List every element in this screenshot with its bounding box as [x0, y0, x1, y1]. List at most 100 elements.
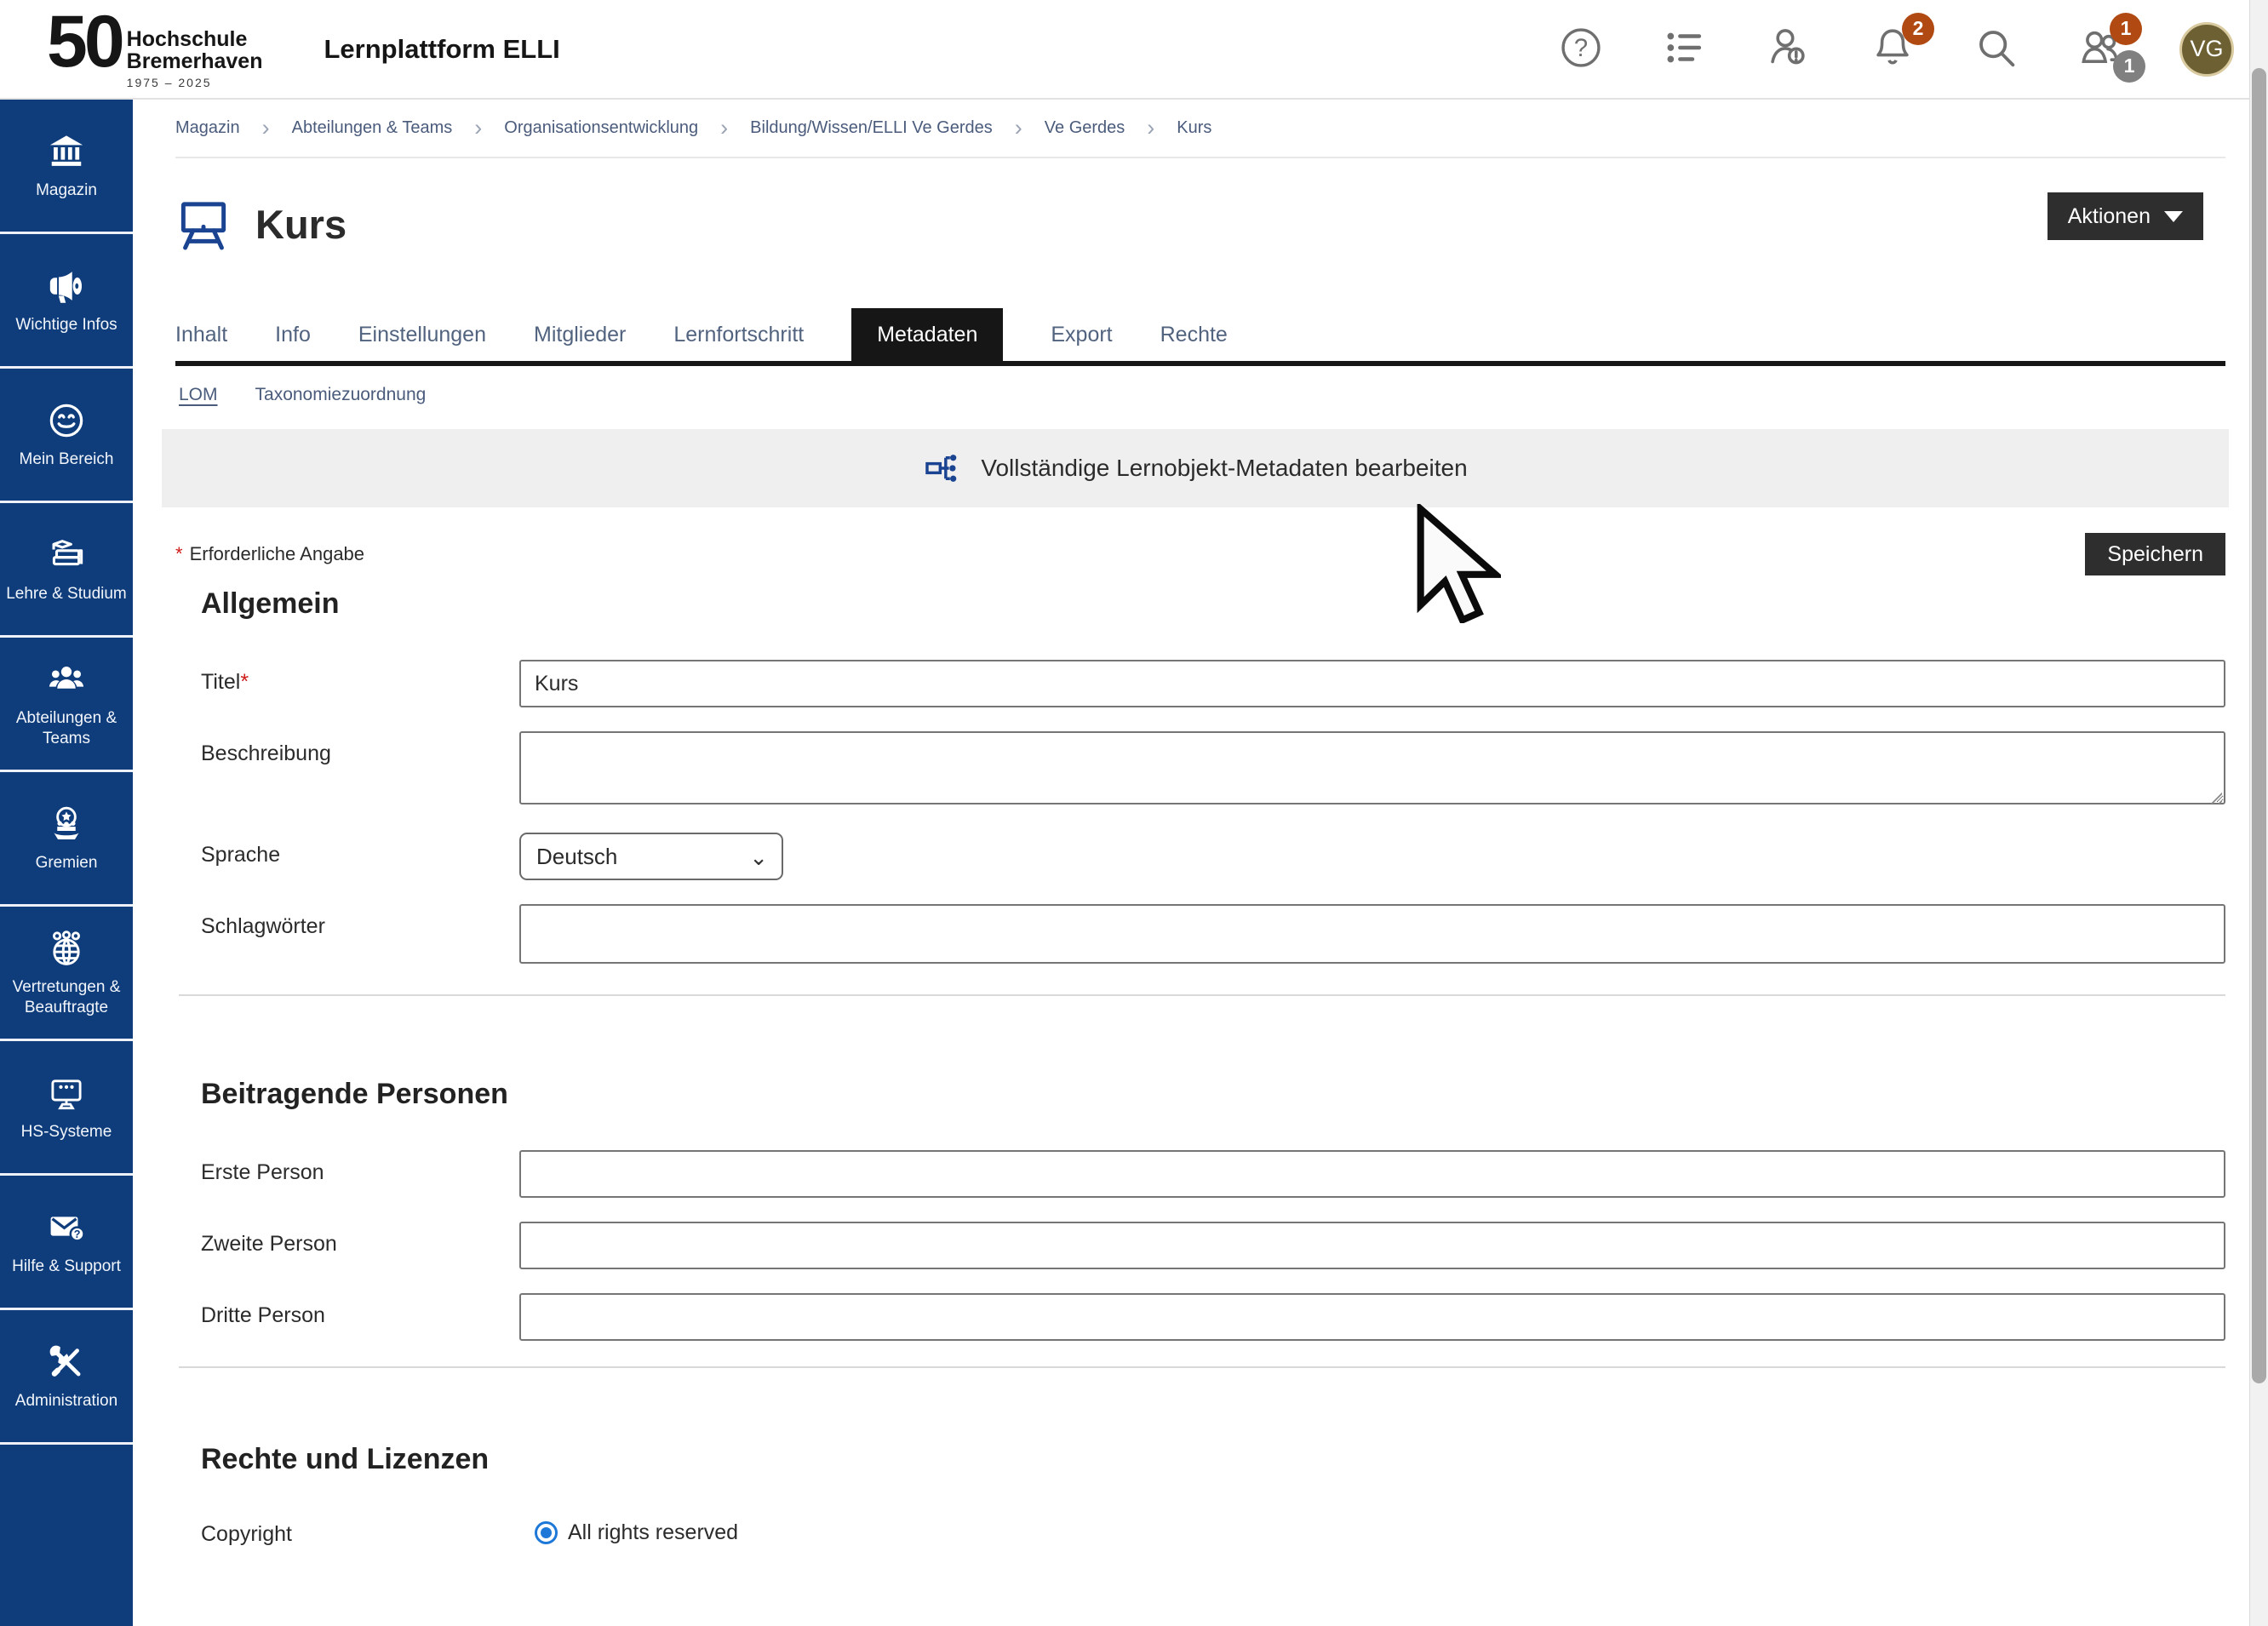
hochschule-bremerhaven-logo[interactable]: 50 Hochschule Bremerhaven 1975 – 2025 [47, 9, 262, 89]
actions-button[interactable]: Aktionen [2048, 192, 2203, 240]
breadcrumb-item-organisationsentwicklung[interactable]: Organisationsentwicklung [504, 118, 698, 138]
sidebar-item-label: Wichtige Infos [15, 315, 117, 335]
sidebar-item-lehre-studium[interactable]: Lehre & Studium [0, 503, 133, 638]
erste-person-label: Erste Person [175, 1150, 519, 1198]
tab-info[interactable]: Info [275, 308, 311, 361]
scrollbar-thumb[interactable] [2252, 68, 2266, 1383]
required-note: *Erforderliche Angabe [175, 543, 364, 565]
svg-text:?: ? [74, 1228, 81, 1240]
tab-rechte[interactable]: Rechte [1160, 308, 1228, 361]
sidebar-item-gremien[interactable]: Gremien [0, 772, 133, 907]
sidebar-item-label: Magazin [36, 180, 97, 201]
globe-people-icon [46, 928, 87, 969]
contacts-button[interactable]: 1 1 [2076, 25, 2125, 74]
contacts-badge-online: 1 [2113, 50, 2145, 83]
content-area: Magazin › Abteilungen & Teams › Organisa… [133, 100, 2249, 1626]
zweite-person-label: Zweite Person [175, 1222, 519, 1269]
sidebar-item-administration[interactable]: Administration [0, 1310, 133, 1445]
subtab-lom[interactable]: LOM [179, 385, 218, 405]
beitragende-fields: Erste Person Zweite Person Dritte Person [175, 1150, 2225, 1341]
logo-line2: Bremerhaven [127, 50, 263, 72]
form-header-row: *Erforderliche Angabe Speichern [175, 533, 2225, 575]
save-button[interactable]: Speichern [2085, 533, 2225, 575]
sidebar-item-label: Hilfe & Support [12, 1257, 121, 1277]
tab-bar: Inhalt Info Einstellungen Mitglieder Ler… [175, 308, 2225, 366]
dritte-person-input[interactable] [519, 1293, 2225, 1341]
subtab-bar: LOM Taxonomiezuordnung [175, 385, 2225, 405]
header-icon-bar: ? 2 1 1 [1556, 22, 2234, 77]
sidebar-item-wichtige-infos[interactable]: Wichtige Infos [0, 234, 133, 369]
edit-full-metadata-label: Vollständige Lernobjekt-Metadaten bearbe… [981, 455, 1467, 482]
search-icon [1973, 25, 2019, 73]
section-heading-rechte-lizenzen: Rechte und Lizenzen [201, 1443, 2225, 1476]
megaphone-icon [46, 266, 87, 306]
required-asterisk: * [175, 543, 183, 564]
search-button[interactable] [1972, 25, 2021, 74]
section-divider [179, 994, 2225, 996]
breadcrumb-separator: › [1147, 117, 1154, 140]
schlagwoerter-input[interactable] [519, 904, 2225, 964]
tab-export[interactable]: Export [1051, 308, 1112, 361]
breadcrumb-item-bildung-wissen[interactable]: Bildung/Wissen/ELLI Ve Gerdes [750, 118, 993, 138]
mail-question-icon: ? [46, 1207, 87, 1248]
titel-label: Titel* [175, 660, 519, 707]
copyright-radio[interactable] [535, 1521, 558, 1544]
breadcrumb-item-abteilungen-teams[interactable]: Abteilungen & Teams [292, 118, 453, 138]
monitor-icon [46, 1073, 87, 1114]
breadcrumb-separator: › [262, 117, 270, 140]
erste-person-input[interactable] [519, 1150, 2225, 1198]
schlagwoerter-label: Schlagwörter [175, 904, 519, 964]
bank-icon [46, 131, 87, 172]
help-icon: ? [1558, 25, 1604, 73]
tab-inhalt[interactable]: Inhalt [175, 308, 227, 361]
sprache-selected-value: Deutsch [536, 844, 617, 870]
tab-lernfortschritt[interactable]: Lernfortschritt [673, 308, 804, 361]
sidebar-item-vertretungen-beauftragte[interactable]: Vertretungen & Beauftragte [0, 907, 133, 1041]
sidebar-item-abteilungen-teams[interactable]: Abteilungen & Teams [0, 638, 133, 772]
tools-icon [46, 1342, 87, 1383]
books-icon [46, 535, 87, 575]
section-heading-beitragende-personen: Beitragende Personen [201, 1078, 2225, 1111]
breadcrumb-item-ve-gerdes[interactable]: Ve Gerdes [1045, 118, 1125, 138]
logo-years: 1975 – 2025 [127, 76, 263, 89]
vertical-scrollbar [2249, 0, 2268, 1626]
subtab-taxonomiezuordnung[interactable]: Taxonomiezuordnung [255, 385, 427, 405]
tab-mitglieder[interactable]: Mitglieder [534, 308, 626, 361]
titel-input[interactable] [519, 660, 2225, 707]
actions-button-label: Aktionen [2068, 204, 2151, 229]
tab-einstellungen[interactable]: Einstellungen [358, 308, 486, 361]
sidebar-item-mein-bereich[interactable]: Mein Bereich [0, 369, 133, 503]
sidebar-item-hilfe-support[interactable]: ? Hilfe & Support [0, 1176, 133, 1310]
main-menu-button[interactable] [1660, 25, 1710, 74]
edit-full-metadata-banner[interactable]: Vollständige Lernobjekt-Metadaten bearbe… [162, 429, 2229, 507]
breadcrumb-item-magazin[interactable]: Magazin [175, 118, 240, 138]
user-avatar[interactable]: VG [2179, 22, 2234, 77]
sprache-label: Sprache [175, 833, 519, 880]
breadcrumb-separator: › [474, 117, 482, 140]
sidebar-item-label: Abteilungen & Teams [5, 708, 128, 749]
field-row-copyright: Copyright All rights reserved [175, 1520, 2225, 1547]
allgemein-fields: Titel* Beschreibung Sprache Deutsch ⌄ Sc… [175, 660, 2225, 964]
field-row-titel: Titel* [175, 660, 2225, 707]
beschreibung-textarea[interactable] [519, 731, 2225, 804]
online-status-button[interactable] [1764, 25, 1813, 74]
sidebar-item-label: Lehre & Studium [6, 584, 127, 604]
sidebar-item-label: Gremien [36, 853, 98, 873]
field-row-beschreibung: Beschreibung [175, 731, 2225, 809]
committee-icon [46, 804, 87, 844]
breadcrumb-separator: › [1015, 117, 1022, 140]
page-title: Kurs [255, 201, 346, 248]
tab-metadaten[interactable]: Metadaten [851, 308, 1003, 361]
sidebar-item-hs-systeme[interactable]: HS-Systeme [0, 1041, 133, 1176]
breadcrumb-item-kurs[interactable]: Kurs [1177, 118, 1211, 138]
logo-50: 50 [47, 9, 122, 75]
field-row-schlagwoerter: Schlagwörter [175, 904, 2225, 964]
sidebar-item-magazin[interactable]: Magazin [0, 100, 133, 234]
sidebar-item-label: HS-Systeme [21, 1122, 112, 1142]
zweite-person-input[interactable] [519, 1222, 2225, 1269]
sprache-select[interactable]: Deutsch ⌄ [519, 833, 783, 880]
smiley-icon [46, 400, 87, 441]
notifications-button[interactable]: 2 [1868, 25, 1917, 74]
app-title: Lernplattform ELLI [324, 34, 559, 65]
help-button[interactable]: ? [1556, 25, 1606, 74]
